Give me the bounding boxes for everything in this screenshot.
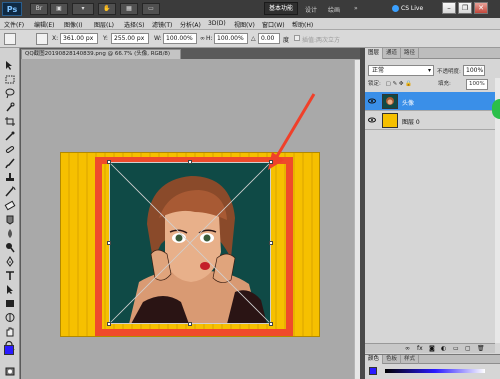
transform-handle-right[interactable] xyxy=(269,241,273,245)
layer-mask-icon[interactable]: ◙ xyxy=(429,345,435,352)
transform-handle-left[interactable] xyxy=(107,241,111,245)
link-layers-icon[interactable]: ∞ xyxy=(405,345,410,352)
adjustment-layer-icon[interactable]: ◐ xyxy=(441,345,446,352)
tab-channels[interactable]: 通道 xyxy=(383,48,402,59)
tab-swatches[interactable]: 色板 xyxy=(383,355,402,364)
opacity-label: 不透明度: xyxy=(437,69,461,75)
transform-handle-top-right[interactable] xyxy=(269,160,273,164)
transform-handle-top[interactable] xyxy=(188,160,192,164)
tab-styles[interactable]: 样式 xyxy=(401,355,420,364)
fill-label: 填充: xyxy=(438,81,451,87)
transform-handle-bottom-right[interactable] xyxy=(269,322,273,326)
lock-label: 锁定: xyxy=(368,81,381,87)
layer-name-avatar: 头像 xyxy=(402,100,415,107)
blend-mode-select[interactable]: 正常 ▾ xyxy=(368,65,434,76)
transform-handle-top-left[interactable] xyxy=(107,160,111,164)
red-arrow-annotation xyxy=(268,93,316,170)
lock-all-icon[interactable]: 🔒 xyxy=(405,81,412,87)
layer-thumbnail-avatar xyxy=(382,94,398,109)
chevron-down-icon: ▾ xyxy=(427,67,431,74)
opacity-field[interactable]: 100% xyxy=(463,65,485,76)
lock-image-icon[interactable]: ✎ xyxy=(393,81,398,87)
transform-handle-bottom[interactable] xyxy=(188,322,192,326)
layers-panel-tabs: 图层 通道 路径 xyxy=(365,48,500,59)
blend-mode-value: 正常 xyxy=(372,67,385,74)
layer-row-avatar[interactable]: 头像 xyxy=(365,92,495,111)
tab-layers[interactable]: 图层 xyxy=(365,48,384,59)
color-panel-tabs: 颜色 色板 样式 xyxy=(365,355,500,364)
tab-color[interactable]: 颜色 xyxy=(365,355,384,364)
tab-paths[interactable]: 路径 xyxy=(401,48,420,59)
color-panel: 颜色 色板 样式 xyxy=(365,354,500,379)
layer-style-icon[interactable]: fx xyxy=(417,345,423,352)
lock-position-icon[interactable]: ✥ xyxy=(399,81,404,87)
layer-thumbnail-layer0 xyxy=(382,113,398,128)
layers-panel-footer: ∞ fx ◙ ◐ ▭ ▢ 🗑 xyxy=(365,343,495,353)
visibility-eye-icon[interactable] xyxy=(368,116,376,124)
color-slider[interactable] xyxy=(385,369,485,373)
transform-handle-bottom-left[interactable] xyxy=(107,322,111,326)
new-layer-icon[interactable]: ▢ xyxy=(465,345,471,352)
layer-row-layer0[interactable]: 图层 0 xyxy=(365,111,495,130)
fill-field[interactable]: 100% xyxy=(466,79,488,90)
layers-panel: 图层 通道 路径 正常 ▾ 不透明度: 100% 锁定: ▢ ✎ ✥ 🔒 填充: … xyxy=(365,48,500,379)
side-green-tab[interactable] xyxy=(492,99,500,119)
visibility-eye-icon[interactable] xyxy=(368,97,376,105)
delete-layer-icon[interactable]: 🗑 xyxy=(477,345,485,352)
lock-row: 锁定: ▢ ✎ ✥ 🔒 填充: 100% xyxy=(368,79,497,90)
layer-name-layer0: 图层 0 xyxy=(402,119,420,126)
color-panel-foreground-swatch[interactable] xyxy=(369,367,377,375)
lock-transparent-icon[interactable]: ▢ xyxy=(386,81,391,87)
new-group-icon[interactable]: ▭ xyxy=(453,345,459,352)
